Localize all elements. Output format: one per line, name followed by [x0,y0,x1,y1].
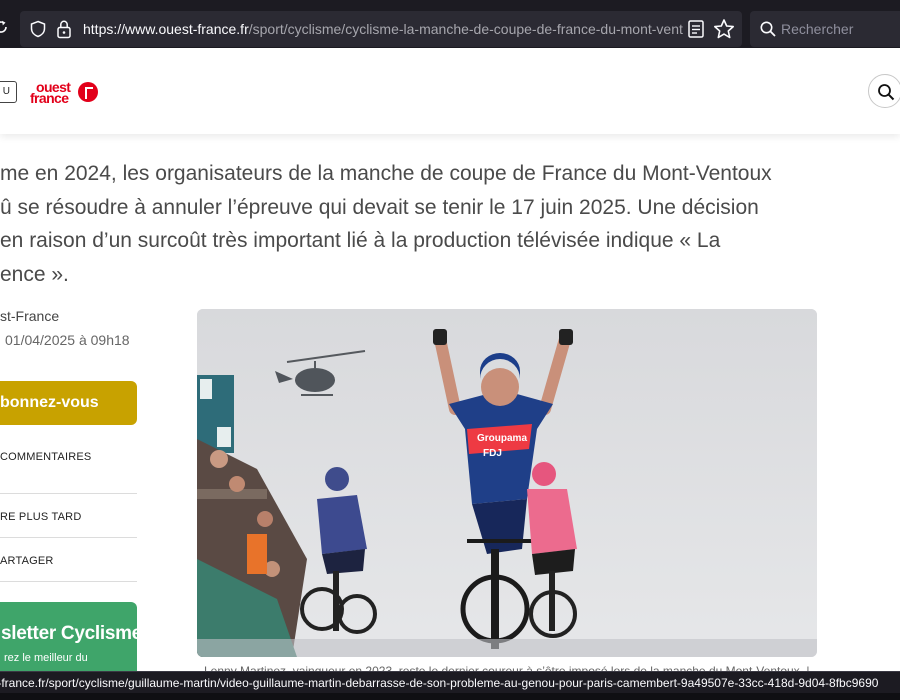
read-later-link[interactable]: RE PLUS TARD [0,511,81,523]
taskbar-strip [0,693,900,700]
logo-badge-icon [78,82,98,102]
ouest-france-logo[interactable]: ouest france [30,80,100,106]
reader-view-icon[interactable] [687,19,705,39]
url-path: /sport/cyclisme/cyclisme-la-manche-de-co… [248,21,683,37]
lead-line: û se résoudre à annuler l’épreuve qui de… [0,195,759,219]
subscribe-button[interactable]: bonnez-vous [0,381,137,425]
article-author[interactable]: st-France [0,308,59,324]
lead-line: en raison d’un surcoût très important li… [0,229,721,252]
article-photo[interactable]: Groupama FDJ [197,309,817,657]
browser-search-bar[interactable]: Rechercher [750,11,900,47]
browser-toolbar: https://www.ouest-france.fr/sport/cyclis… [0,0,900,48]
article-lead: me en 2024, les organisateurs de la manc… [0,157,772,291]
jersey-sponsor: Groupama [477,433,527,444]
url-host: https://www.ouest-france.fr [83,21,249,37]
newsletter-card[interactable]: sletter Cyclisme rez le meilleur du [0,602,137,682]
share-link[interactable]: ARTAGER [0,555,54,567]
url-text[interactable]: https://www.ouest-france.fr/sport/cyclis… [83,21,683,37]
address-bar[interactable]: https://www.ouest-france.fr/sport/cyclis… [20,11,742,47]
lead-line: ence ». [0,262,69,286]
menu-button[interactable]: U [0,81,17,103]
search-icon [760,21,776,37]
divider [0,493,137,494]
magnifier-icon [878,84,895,101]
site-header: U ouest france [0,48,900,134]
divider [0,581,137,582]
reload-icon[interactable] [0,20,8,34]
link-status-bar: t-france.fr/sport/cyclisme/guillaume-mar… [0,671,900,693]
divider [0,537,137,538]
lead-line: me en 2024, les organisateurs de la manc… [0,162,772,185]
site-search-button[interactable] [868,74,900,108]
newsletter-title: sletter Cyclisme [1,623,137,644]
status-link-url: t-france.fr/sport/cyclisme/guillaume-mar… [0,676,879,690]
logo-word-france: france [30,90,69,106]
newsletter-subtitle: rez le meilleur du [4,652,88,664]
comments-link[interactable]: COMMENTAIRES [0,451,91,463]
shield-icon[interactable] [29,20,47,38]
jersey-sponsor-2: FDJ [483,448,502,459]
lock-icon[interactable] [56,19,72,39]
bookmark-star-icon[interactable] [713,18,735,40]
search-placeholder: Rechercher [781,21,854,37]
article-date: 01/04/2025 à 09h18 [5,332,130,348]
